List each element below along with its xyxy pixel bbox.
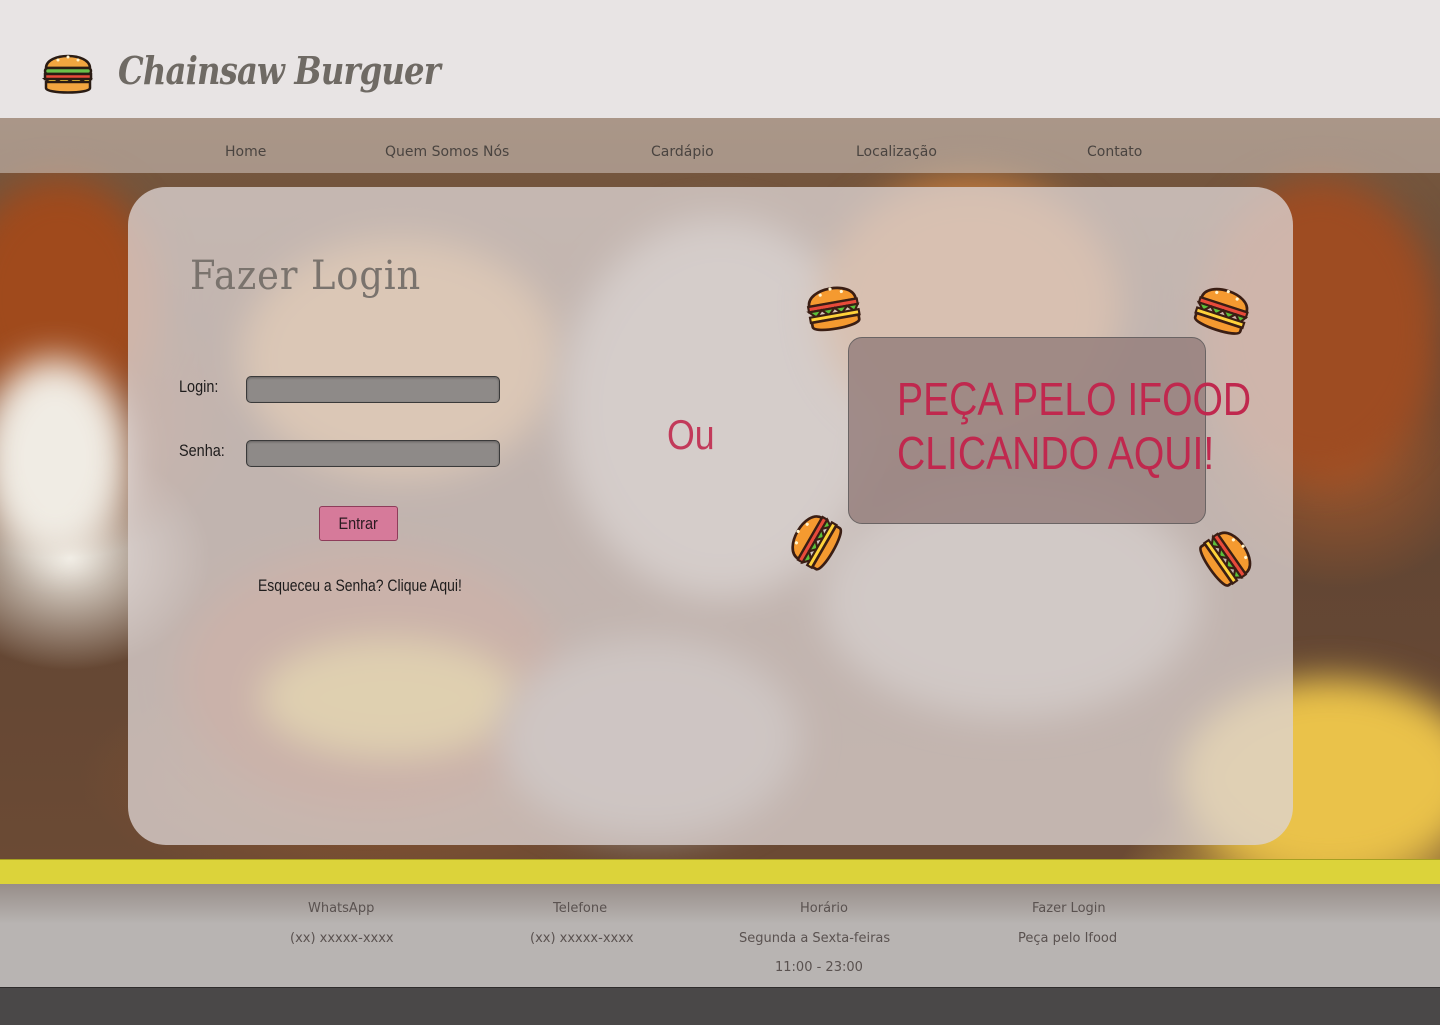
footer-telefone-title: Telefone xyxy=(553,901,608,916)
ifood-order-button[interactable]: PEÇA PELO IFOOD CLICANDO AQUI! xyxy=(848,337,1252,524)
burger-icon xyxy=(1193,287,1249,335)
password-input[interactable] xyxy=(246,440,500,467)
footer-login-link[interactable]: Fazer Login xyxy=(1032,901,1106,916)
login-card: Fazer Login Login: Senha: Entrar Esquece… xyxy=(128,187,1293,845)
burger-icon xyxy=(1199,531,1252,587)
nav-contato[interactable]: Contato xyxy=(1087,144,1142,160)
footer-ifood-link[interactable]: Peça pelo Ifood xyxy=(1018,931,1117,946)
login-submit-button[interactable]: Entrar xyxy=(319,506,398,541)
forgot-password-link[interactable]: Esqueceu a Senha? Clique Aqui! xyxy=(258,576,462,596)
footer-shadow xyxy=(0,884,1440,924)
footer-horario-days: Segunda a Sexta-feiras xyxy=(739,931,891,946)
nav-home[interactable]: Home xyxy=(225,144,266,160)
footer-telefone-number: (xx) xxxxx-xxxx xyxy=(530,931,634,946)
brand-name[interactable]: Chainsaw Burguer xyxy=(118,48,441,93)
password-label: Senha: xyxy=(179,441,225,460)
or-separator: Ou xyxy=(667,411,715,458)
footer-whatsapp-number: (xx) xxxxx-xxxx xyxy=(290,931,394,946)
burger-icon xyxy=(791,515,843,571)
login-submit-label: Entrar xyxy=(338,513,379,533)
site-header: Chainsaw Burguer xyxy=(0,0,1440,118)
footer-divider-band xyxy=(0,859,1440,885)
nav-cardapio[interactable]: Cardápio xyxy=(651,144,714,160)
bottom-bar xyxy=(0,987,1440,1025)
ifood-cta-text: PEÇA PELO IFOOD CLICANDO AQUI! xyxy=(897,372,1252,480)
ifood-cta-line2: CLICANDO AQUI! xyxy=(897,427,1215,479)
login-title: Fazer Login xyxy=(190,253,422,299)
main-nav: Home Quem Somos Nós Cardápio Localização… xyxy=(0,118,1440,173)
burger-icon xyxy=(806,286,861,332)
login-input[interactable] xyxy=(246,376,500,403)
login-label: Login: xyxy=(179,377,219,396)
nav-quem-somos[interactable]: Quem Somos Nós xyxy=(385,144,509,160)
burger-icon[interactable] xyxy=(42,44,94,98)
footer-horario-hours: 11:00 - 23:00 xyxy=(775,960,863,975)
nav-localizacao[interactable]: Localização xyxy=(856,144,937,160)
footer-whatsapp-title[interactable]: WhatsApp xyxy=(308,901,374,916)
ifood-cta-line1: PEÇA PELO IFOOD xyxy=(897,373,1252,425)
footer-horario-title: Horário xyxy=(800,901,848,916)
